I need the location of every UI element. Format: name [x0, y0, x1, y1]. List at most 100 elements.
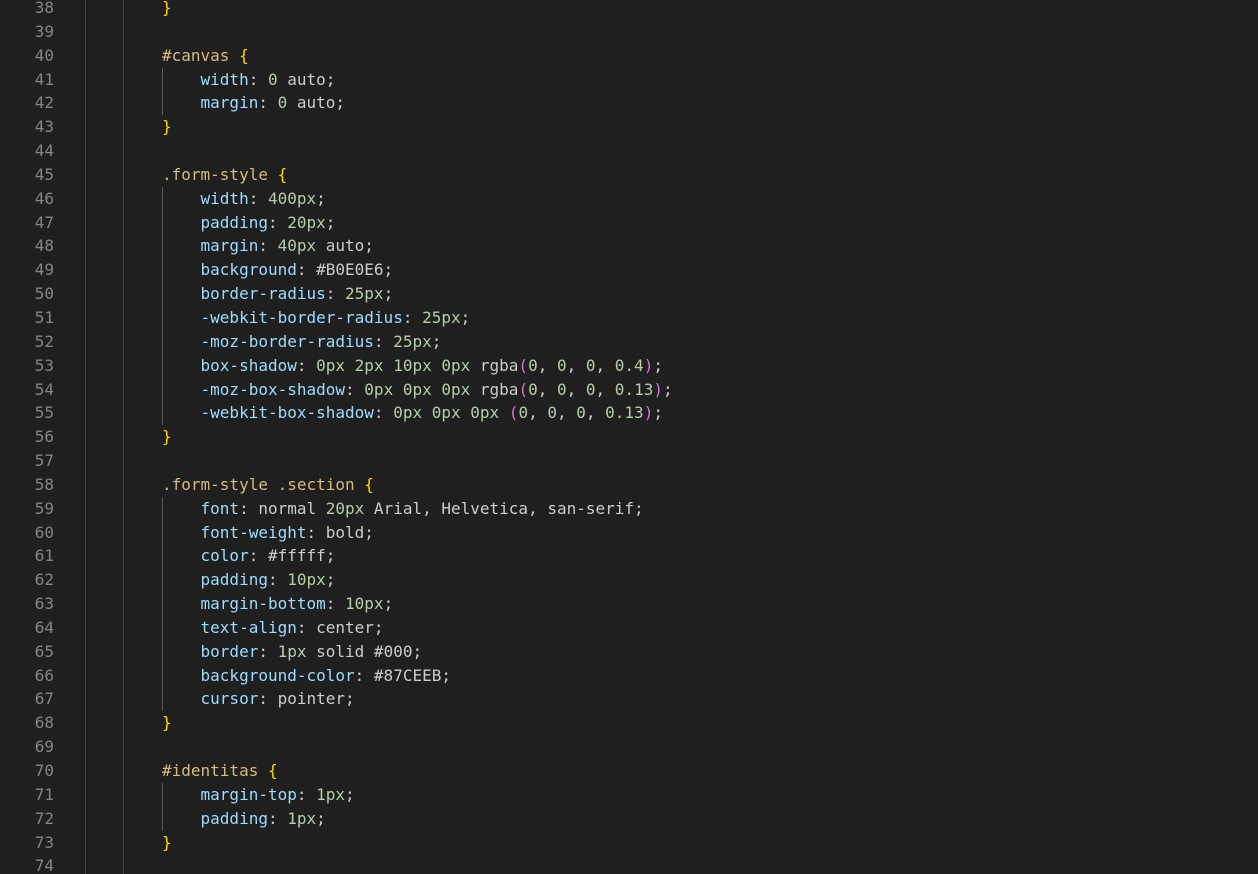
- line-number[interactable]: 74: [0, 854, 54, 874]
- code-line[interactable]: 69: [0, 735, 1258, 759]
- code-line[interactable]: 65 border: 1px solid #000;: [0, 639, 1258, 664]
- line-number[interactable]: 38: [0, 0, 54, 20]
- code-line[interactable]: 43}: [0, 115, 1258, 139]
- code-text[interactable]: background: #B0E0E6;: [162, 258, 394, 282]
- code-line[interactable]: 74: [0, 854, 1258, 874]
- line-number[interactable]: 48: [0, 234, 54, 258]
- line-number[interactable]: 42: [0, 91, 54, 115]
- code-text[interactable]: cursor: pointer;: [162, 687, 355, 711]
- code-line[interactable]: 68}: [0, 711, 1258, 735]
- line-number[interactable]: 64: [0, 616, 54, 640]
- code-text[interactable]: border: 1px solid #000;: [162, 640, 423, 664]
- line-number[interactable]: 43: [0, 115, 54, 139]
- line-number[interactable]: 51: [0, 306, 54, 330]
- line-number[interactable]: 58: [0, 473, 54, 497]
- line-number[interactable]: 46: [0, 187, 54, 211]
- code-text[interactable]: #canvas {: [162, 44, 249, 68]
- code-text[interactable]: }: [162, 425, 172, 449]
- code-line[interactable]: 67 cursor: pointer;: [0, 687, 1258, 712]
- line-number[interactable]: 63: [0, 592, 54, 616]
- line-number[interactable]: 45: [0, 163, 54, 187]
- code-line[interactable]: 54 -moz-box-shadow: 0px 0px 0px rgba(0, …: [0, 377, 1258, 402]
- line-number[interactable]: 72: [0, 807, 54, 831]
- code-line[interactable]: 42 margin: 0 auto;: [0, 91, 1258, 116]
- code-text[interactable]: text-align: center;: [162, 616, 384, 640]
- code-line[interactable]: 47 padding: 20px;: [0, 210, 1258, 235]
- code-lines[interactable]: 38} 39 40 #canvas {41 width: 0 auto; 42 marg…: [0, 0, 1258, 874]
- line-number[interactable]: 44: [0, 139, 54, 163]
- line-number[interactable]: 52: [0, 330, 54, 354]
- code-line[interactable]: 62 padding: 10px;: [0, 568, 1258, 593]
- code-line[interactable]: 45 .form-style {: [0, 163, 1258, 187]
- line-number[interactable]: 66: [0, 664, 54, 688]
- code-text[interactable]: #identitas {: [162, 759, 278, 783]
- line-number[interactable]: 55: [0, 401, 54, 425]
- code-text[interactable]: .form-style .section {: [162, 473, 374, 497]
- line-number[interactable]: 40: [0, 44, 54, 68]
- code-text[interactable]: margin-bottom: 10px;: [162, 592, 394, 616]
- line-number[interactable]: 62: [0, 568, 54, 592]
- line-number[interactable]: 61: [0, 544, 54, 568]
- code-text[interactable]: }: [162, 0, 172, 20]
- code-text[interactable]: padding: 20px;: [162, 211, 336, 235]
- code-line[interactable]: 56}: [0, 425, 1258, 449]
- code-line[interactable]: 59 font: normal 20px Arial, Helvetica, s…: [0, 496, 1258, 521]
- code-text[interactable]: box-shadow: 0px 2px 10px 0px rgba(0, 0, …: [162, 354, 663, 378]
- code-line[interactable]: 73}: [0, 831, 1258, 855]
- line-number[interactable]: 59: [0, 497, 54, 521]
- code-line[interactable]: 64 text-align: center;: [0, 615, 1258, 640]
- code-line[interactable]: 46 width: 400px;: [0, 186, 1258, 211]
- line-number[interactable]: 67: [0, 687, 54, 711]
- code-editor[interactable]: 38} 39 40 #canvas {41 width: 0 auto; 42 marg…: [0, 0, 1258, 874]
- code-text[interactable]: padding: 1px;: [162, 807, 326, 831]
- line-number[interactable]: 49: [0, 258, 54, 282]
- code-text[interactable]: -webkit-border-radius: 25px;: [162, 306, 471, 330]
- line-number[interactable]: 65: [0, 640, 54, 664]
- code-line[interactable]: 38}: [0, 0, 1258, 20]
- code-line[interactable]: 53 box-shadow: 0px 2px 10px 0px rgba(0, …: [0, 353, 1258, 378]
- code-text[interactable]: width: 400px;: [162, 187, 326, 211]
- code-text[interactable]: -webkit-box-shadow: 0px 0px 0px (0, 0, 0…: [162, 401, 663, 425]
- code-text[interactable]: }: [162, 711, 172, 735]
- code-text[interactable]: border-radius: 25px;: [162, 282, 394, 306]
- code-text[interactable]: color: #fffff;: [162, 544, 336, 568]
- code-line[interactable]: 52 -moz-border-radius: 25px;: [0, 329, 1258, 354]
- code-line[interactable]: 70 #identitas {: [0, 759, 1258, 783]
- line-number[interactable]: 53: [0, 354, 54, 378]
- code-text[interactable]: background-color: #87CEEB;: [162, 664, 451, 688]
- code-line[interactable]: 71 margin-top: 1px;: [0, 782, 1258, 807]
- line-number[interactable]: 57: [0, 449, 54, 473]
- code-text[interactable]: margin: 40px auto;: [162, 234, 374, 258]
- line-number[interactable]: 56: [0, 425, 54, 449]
- code-line[interactable]: 51 -webkit-border-radius: 25px;: [0, 305, 1258, 330]
- line-number[interactable]: 60: [0, 521, 54, 545]
- code-line[interactable]: 66 background-color: #87CEEB;: [0, 663, 1258, 688]
- code-line[interactable]: 48 margin: 40px auto;: [0, 234, 1258, 259]
- code-line[interactable]: 58 .form-style .section {: [0, 473, 1258, 497]
- code-text[interactable]: font-weight: bold;: [162, 521, 374, 545]
- code-line[interactable]: 60 font-weight: bold;: [0, 520, 1258, 545]
- code-text[interactable]: width: 0 auto;: [162, 68, 336, 92]
- code-text[interactable]: -moz-border-radius: 25px;: [162, 330, 442, 354]
- code-line[interactable]: 49 background: #B0E0E6;: [0, 258, 1258, 283]
- line-number[interactable]: 69: [0, 735, 54, 759]
- code-line[interactable]: 61 color: #fffff;: [0, 544, 1258, 569]
- code-line[interactable]: 63 margin-bottom: 10px;: [0, 592, 1258, 616]
- code-line[interactable]: 44: [0, 139, 1258, 163]
- line-number[interactable]: 39: [0, 20, 54, 44]
- code-text[interactable]: margin: 0 auto;: [162, 91, 346, 115]
- code-text[interactable]: margin-top: 1px;: [162, 783, 355, 807]
- code-line[interactable]: 72 padding: 1px;: [0, 806, 1258, 831]
- code-text[interactable]: }: [162, 115, 172, 139]
- line-number[interactable]: 47: [0, 211, 54, 235]
- code-text[interactable]: padding: 10px;: [162, 568, 336, 592]
- code-line[interactable]: 39: [0, 20, 1258, 44]
- code-text[interactable]: .form-style {: [162, 163, 287, 187]
- code-line[interactable]: 40 #canvas {: [0, 44, 1258, 68]
- code-line[interactable]: 55 -webkit-box-shadow: 0px 0px 0px (0, 0…: [0, 401, 1258, 426]
- line-number[interactable]: 70: [0, 759, 54, 783]
- code-text[interactable]: -moz-box-shadow: 0px 0px 0px rgba(0, 0, …: [162, 378, 673, 402]
- line-number[interactable]: 71: [0, 783, 54, 807]
- line-number[interactable]: 73: [0, 831, 54, 855]
- code-line[interactable]: 50 border-radius: 25px;: [0, 282, 1258, 306]
